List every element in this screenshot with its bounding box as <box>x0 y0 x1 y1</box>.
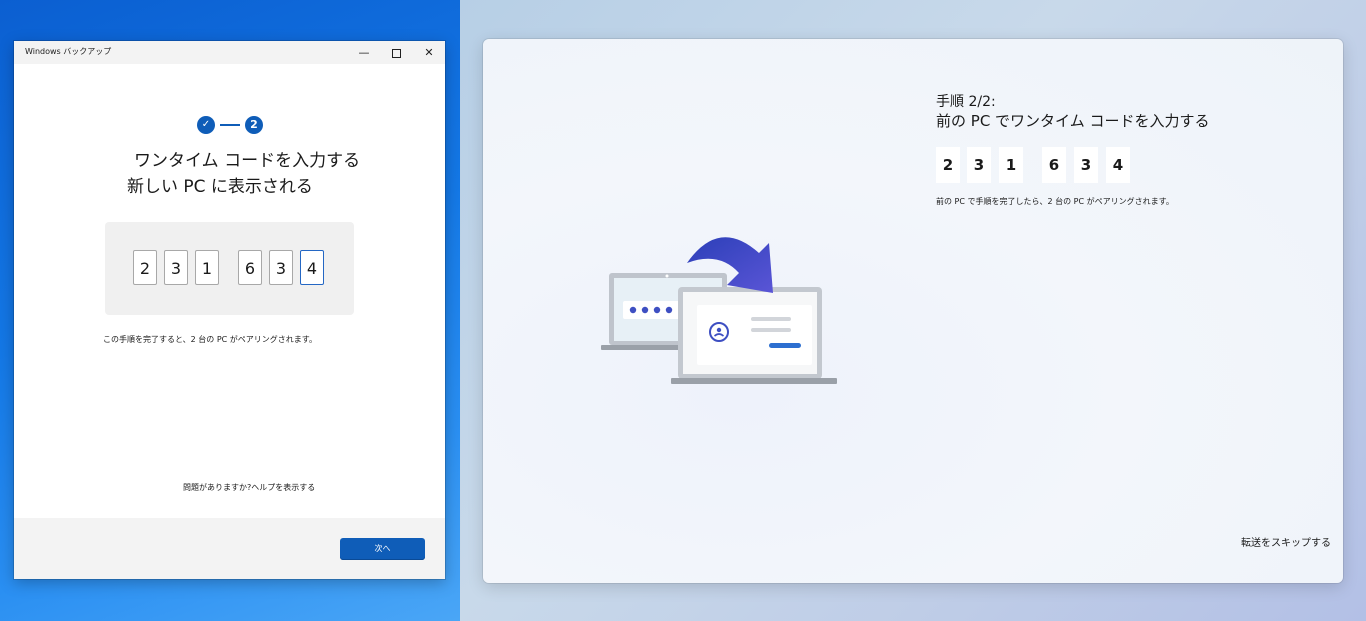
pairing-note: この手順を完了すると、2 台の PC がペアリングされます。 <box>103 335 318 344</box>
step-label: 手順 2/2: <box>936 94 996 110</box>
maximize-button[interactable] <box>384 44 408 61</box>
new-laptop-icon <box>671 287 837 384</box>
current-step-badge: 2 <box>245 116 263 134</box>
page-subtitle: 新しい PC に表示される <box>127 177 313 197</box>
code-digit-input[interactable]: 4 <box>300 250 324 285</box>
code-digit-input[interactable]: 1 <box>195 250 219 285</box>
stepper-connector <box>220 124 240 126</box>
code-digit: 6 <box>1042 147 1066 183</box>
title-bar: Windows バックアップ — ✕ <box>14 41 445 64</box>
help-link[interactable]: 問題がありますか?ヘルプを表示する <box>183 482 315 493</box>
page-title: ワンタイム コードを入力する <box>134 151 361 171</box>
code-digit-input[interactable]: 3 <box>269 250 293 285</box>
code-digit: 4 <box>1106 147 1130 183</box>
transfer-panel: 手順 2/2: 前の PC でワンタイム コードを入力する 2 3 1 6 3 … <box>483 39 1343 583</box>
code-digit: 1 <box>999 147 1023 183</box>
code-digit: 3 <box>1074 147 1098 183</box>
code-digit-input[interactable]: 3 <box>164 250 188 285</box>
windows-backup-window: Windows バックアップ — ✕ ✓ 2 ワンタイム コードを入力する 新し… <box>14 41 445 579</box>
pairing-note: 前の PC で手順を完了したら、2 台の PC がペアリングされます。 <box>936 197 1174 206</box>
page-title: 前の PC でワンタイム コードを入力する <box>936 112 1210 130</box>
code-digit: 2 <box>936 147 960 183</box>
code-digit-input[interactable]: 6 <box>238 250 262 285</box>
code-digit-input[interactable]: 2 <box>133 250 157 285</box>
skip-transfer-link[interactable]: 転送をスキップする <box>1241 534 1331 549</box>
maximize-icon <box>391 49 401 58</box>
code-entry-panel: 2 3 1 6 3 4 <box>105 222 354 315</box>
window-footer: 次へ <box>14 518 445 579</box>
next-button[interactable]: 次へ <box>340 538 425 560</box>
close-button[interactable]: ✕ <box>417 44 441 61</box>
window-title: Windows バックアップ <box>25 47 112 56</box>
progress-stepper: ✓ 2 <box>197 116 267 134</box>
minimize-button[interactable]: — <box>352 44 376 61</box>
code-digit: 3 <box>967 147 991 183</box>
checkmark-icon: ✓ <box>197 116 215 134</box>
pc-transfer-illustration <box>601 237 837 384</box>
